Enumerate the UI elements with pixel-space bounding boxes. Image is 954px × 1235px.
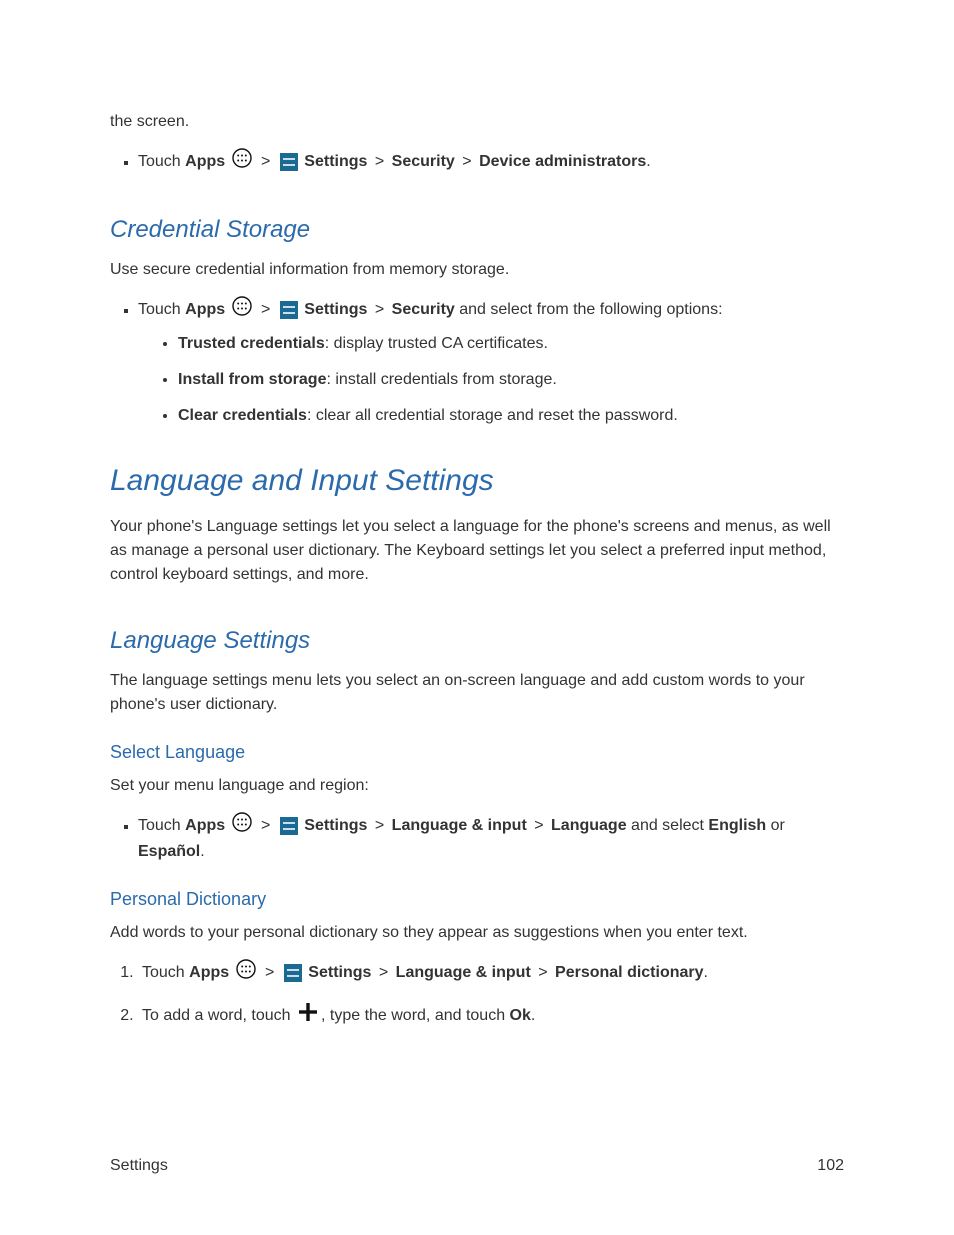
nav-list-1: Touch Apps > Settings > Security > Devic…	[110, 148, 844, 176]
settings-label: Settings	[308, 964, 371, 981]
text: Touch	[138, 153, 185, 170]
list-item: Install from storage: install credential…	[178, 368, 844, 392]
page-content: the screen. Touch Apps > Settings > Secu…	[110, 110, 844, 1031]
breadcrumb-separator: >	[462, 153, 471, 170]
select-language-nav-list: Touch Apps > Settings > Language & input…	[110, 812, 844, 864]
apps-label: Apps	[189, 964, 229, 981]
option-label: Install from storage	[178, 371, 326, 388]
list-item: To add a word, touch , type the word, an…	[138, 1001, 844, 1031]
footer-page-number: 102	[817, 1157, 844, 1175]
apps-label: Apps	[185, 817, 225, 834]
breadcrumb-separator: >	[375, 153, 384, 170]
security-label: Security	[392, 153, 455, 170]
apps-grid-icon	[232, 812, 252, 840]
text: .	[646, 153, 650, 170]
credential-intro: Use secure credential information from m…	[110, 258, 844, 282]
document-page: the screen. Touch Apps > Settings > Secu…	[0, 0, 954, 1235]
plus-icon	[297, 1001, 319, 1031]
text: To add a word, touch	[142, 1007, 295, 1024]
language-label: Language	[551, 817, 627, 834]
settings-label: Settings	[304, 153, 367, 170]
text: .	[200, 843, 204, 860]
option-label: Clear credentials	[178, 407, 307, 424]
breadcrumb-separator: >	[375, 301, 384, 318]
breadcrumb-separator: >	[265, 964, 274, 981]
breadcrumb-separator: >	[375, 817, 384, 834]
list-item: Touch Apps > Settings > Language & input…	[138, 812, 844, 864]
personal-dictionary-heading: Personal Dictionary	[110, 886, 844, 913]
page-footer: Settings 102	[110, 1157, 844, 1175]
language-input-label: Language & input	[396, 964, 531, 981]
settings-icon	[280, 301, 298, 319]
text: or	[766, 817, 785, 834]
list-item: Touch Apps > Settings > Language & input…	[138, 959, 844, 987]
text: .	[531, 1007, 535, 1024]
language-settings-heading: Language Settings	[110, 623, 844, 659]
text: , type the word, and touch	[321, 1007, 510, 1024]
settings-label: Settings	[304, 301, 367, 318]
credential-options-list: Trusted credentials: display trusted CA …	[138, 332, 844, 428]
option-label: Trusted credentials	[178, 335, 325, 352]
settings-icon	[280, 817, 298, 835]
settings-icon	[280, 153, 298, 171]
breadcrumb-separator: >	[538, 964, 547, 981]
breadcrumb-separator: >	[261, 301, 270, 318]
apps-grid-icon	[232, 148, 252, 176]
footer-section-name: Settings	[110, 1157, 168, 1175]
apps-grid-icon	[236, 959, 256, 987]
breadcrumb-separator: >	[261, 817, 270, 834]
language-settings-intro: The language settings menu lets you sele…	[110, 669, 844, 717]
personal-dictionary-steps: Touch Apps > Settings > Language & input…	[110, 959, 844, 1031]
list-item: Touch Apps > Settings > Security > Devic…	[138, 148, 844, 176]
apps-label: Apps	[185, 301, 225, 318]
list-item: Clear credentials: clear all credential …	[178, 404, 844, 428]
breadcrumb-separator: >	[261, 153, 270, 170]
language-input-intro: Your phone's Language settings let you s…	[110, 515, 844, 587]
personal-dictionary-intro: Add words to your personal dictionary so…	[110, 921, 844, 945]
orphan-line: the screen.	[110, 110, 844, 134]
breadcrumb-separator: >	[379, 964, 388, 981]
device-admin-label: Device administrators	[479, 153, 646, 170]
text: : install credentials from storage.	[326, 371, 556, 388]
text: : clear all credential storage and reset…	[307, 407, 678, 424]
language-input-label: Language & input	[392, 817, 527, 834]
credential-nav-list: Touch Apps > Settings > Security and sel…	[110, 296, 844, 428]
text: Touch	[138, 817, 185, 834]
breadcrumb-separator: >	[534, 817, 543, 834]
espanol-label: Español	[138, 843, 200, 860]
personal-dictionary-label: Personal dictionary	[555, 964, 704, 981]
list-item: Trusted credentials: display trusted CA …	[178, 332, 844, 356]
select-language-heading: Select Language	[110, 739, 844, 766]
text: and select	[627, 817, 709, 834]
text: : display trusted CA certificates.	[325, 335, 548, 352]
list-item: Touch Apps > Settings > Security and sel…	[138, 296, 844, 428]
apps-label: Apps	[185, 153, 225, 170]
english-label: English	[708, 817, 766, 834]
apps-grid-icon	[232, 296, 252, 324]
ok-label: Ok	[510, 1007, 531, 1024]
settings-icon	[284, 964, 302, 982]
credential-storage-heading: Credential Storage	[110, 212, 844, 248]
settings-label: Settings	[304, 817, 367, 834]
text: .	[704, 964, 708, 981]
text: and select from the following options:	[455, 301, 723, 318]
text: Touch	[138, 301, 185, 318]
security-label: Security	[392, 301, 455, 318]
language-input-heading: Language and Input Settings	[110, 458, 844, 503]
text: Touch	[142, 964, 189, 981]
select-language-intro: Set your menu language and region:	[110, 774, 844, 798]
